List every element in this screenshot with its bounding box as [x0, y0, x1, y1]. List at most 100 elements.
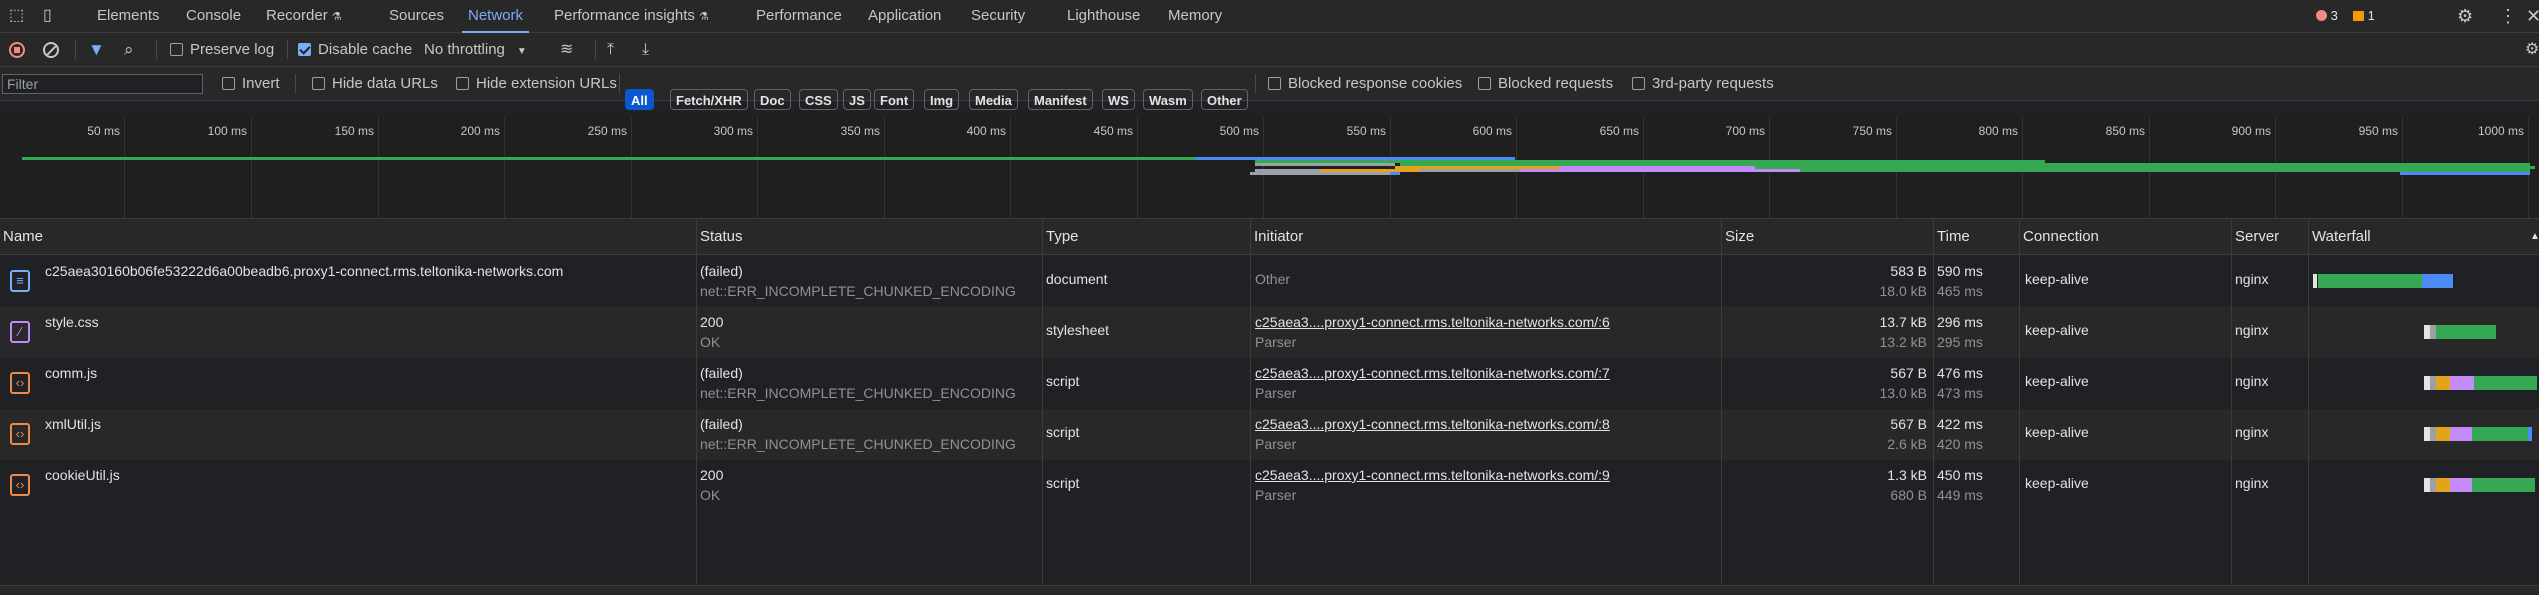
script-icon: ‹› — [10, 423, 30, 445]
column-divider[interactable] — [2308, 219, 2309, 585]
overview-gridline — [124, 117, 125, 218]
overview-tick-label: 800 ms — [1978, 124, 2018, 138]
export-har-icon[interactable]: ⤓ — [642, 33, 649, 66]
settings-gear-icon[interactable]: ⚙ — [2457, 0, 2473, 32]
tab-recorder[interactable]: Recorder ⚗ — [266, 0, 342, 32]
request-initiator[interactable]: c25aea3....proxy1-connect.rms.teltonika-… — [1255, 365, 1610, 381]
type-filter-js[interactable]: JS — [843, 89, 871, 110]
waterfall-bar — [2450, 427, 2472, 441]
column-divider[interactable] — [2231, 219, 2232, 585]
tab-security[interactable]: Security — [971, 0, 1025, 32]
close-devtools-icon[interactable]: ✕ — [2526, 0, 2539, 32]
column-divider[interactable] — [1250, 219, 1251, 585]
overview-tick-label: 350 ms — [840, 124, 880, 138]
header-col-size[interactable]: Size — [1725, 219, 1754, 255]
import-har-icon[interactable]: ⤒ — [607, 33, 614, 66]
network-overview[interactable]: 50 ms 100 ms 150 ms 200 ms 250 ms 300 ms 350 m… — [0, 117, 2539, 219]
disable-cache-checkbox[interactable]: Disable cache — [298, 33, 412, 66]
network-conditions-icon[interactable]: ≋ — [560, 33, 573, 66]
request-resource-size: 2.6 kB — [1887, 436, 1927, 452]
table-row[interactable]: ≡ c25aea30160b06fe53222d6a00beadb6.proxy1… — [0, 256, 2539, 307]
request-transferred-size: 13.7 kB — [1879, 314, 1927, 330]
throttling-select[interactable]: No throttling ▼ — [424, 33, 527, 66]
invert-checkbox[interactable]: Invert — [222, 67, 280, 100]
request-status: 200 — [700, 467, 724, 483]
table-row[interactable]: ∕ style.css 200 OK stylesheet c25aea3....prox… — [0, 307, 2539, 358]
request-initiator-type: Parser — [1255, 334, 1297, 350]
tab-sources[interactable]: Sources — [389, 0, 444, 32]
table-row[interactable]: ‹› xmlUtil.js (failed) net::ERR_INCOMPLETE_… — [0, 409, 2539, 460]
table-row[interactable]: ‹› cookieUtil.js 200 OK script c25aea3....pro… — [0, 460, 2539, 511]
more-options-icon[interactable]: ⋮ — [2499, 0, 2517, 32]
request-name: style.css — [45, 314, 99, 330]
request-initiator[interactable]: c25aea3....proxy1-connect.rms.teltonika-… — [1255, 467, 1610, 483]
preserve-log-checkbox[interactable]: Preserve log — [170, 33, 274, 66]
type-filter-doc[interactable]: Doc — [754, 89, 791, 110]
column-divider[interactable] — [696, 219, 697, 585]
header-col-status[interactable]: Status — [700, 219, 743, 255]
header-col-name[interactable]: Name — [3, 219, 43, 255]
overview-tick-label: 550 ms — [1346, 124, 1386, 138]
request-initiator[interactable]: c25aea3....proxy1-connect.rms.teltonika-… — [1255, 314, 1610, 330]
blocked-response-cookies-checkbox[interactable]: Blocked response cookies — [1268, 67, 1462, 100]
blocked-response-cookies-label: Blocked response cookies — [1288, 75, 1463, 92]
type-filter-ws[interactable]: WS — [1102, 89, 1135, 110]
divider — [619, 74, 620, 93]
column-divider[interactable] — [1721, 219, 1722, 585]
filter-input[interactable] — [2, 74, 203, 94]
tab-performance-insights[interactable]: Performance insights ⚗ — [554, 0, 709, 32]
tab-network[interactable]: Network — [462, 0, 530, 33]
hide-extension-urls-checkbox[interactable]: Hide extension URLs — [456, 67, 617, 100]
clear-button[interactable] — [43, 42, 59, 58]
divider — [156, 40, 157, 59]
request-status: (failed) — [700, 263, 743, 279]
blocked-requests-checkbox[interactable]: Blocked requests — [1478, 67, 1613, 100]
network-toolbar: ▼ ⌕ Preserve log Disable cache No thrott… — [0, 33, 2539, 67]
error-counter[interactable]: 3 — [2316, 0, 2338, 32]
type-filter-media[interactable]: Media — [969, 89, 1018, 110]
request-time: 590 ms — [1937, 263, 1983, 279]
header-col-time[interactable]: Time — [1937, 219, 1970, 255]
tab-console[interactable]: Console — [186, 0, 241, 32]
type-filter-all[interactable]: All — [625, 89, 654, 110]
request-initiator[interactable]: c25aea3....proxy1-connect.rms.teltonika-… — [1255, 416, 1610, 432]
overview-request-bar — [1250, 172, 1390, 175]
header-col-type[interactable]: Type — [1046, 219, 1079, 255]
type-filter-manifest[interactable]: Manifest — [1028, 89, 1093, 110]
hide-data-urls-checkbox[interactable]: Hide data URLs — [312, 67, 438, 100]
warning-counter[interactable]: 1 — [2353, 0, 2375, 32]
stop-icon — [14, 47, 20, 53]
tab-performance[interactable]: Performance — [756, 0, 842, 32]
table-row[interactable]: ‹› comm.js (failed) net::ERR_INCOMPLETE_CHU… — [0, 358, 2539, 409]
device-toolbar-icon[interactable]: ▯ — [43, 0, 52, 32]
network-settings-gear-icon[interactable]: ⚙ — [2525, 33, 2539, 66]
column-divider[interactable] — [1933, 219, 1934, 585]
request-connection: keep-alive — [2025, 424, 2089, 440]
record-stop-button[interactable] — [9, 42, 25, 58]
tab-elements[interactable]: Elements — [97, 0, 160, 32]
type-filter-css[interactable]: CSS — [799, 89, 838, 110]
type-filter-fetch-xhr[interactable]: Fetch/XHR — [670, 89, 748, 110]
request-connection: keep-alive — [2025, 322, 2089, 338]
inspect-element-icon[interactable]: ⬚ — [9, 0, 24, 32]
tab-lighthouse[interactable]: Lighthouse — [1067, 0, 1140, 32]
column-divider[interactable] — [1042, 219, 1043, 585]
type-filter-font[interactable]: Font — [874, 89, 915, 110]
column-divider[interactable] — [2019, 219, 2020, 585]
filter-funnel-icon[interactable]: ▼ — [88, 33, 105, 66]
header-col-connection[interactable]: Connection — [2023, 219, 2099, 255]
request-latency: 449 ms — [1937, 487, 1983, 503]
request-server: nginx — [2235, 373, 2269, 389]
header-col-server[interactable]: Server — [2235, 219, 2279, 255]
tab-application[interactable]: Application — [868, 0, 941, 32]
type-filter-img[interactable]: Img — [924, 89, 960, 110]
third-party-requests-checkbox[interactable]: 3rd-party requests — [1632, 67, 1774, 100]
type-filter-wasm[interactable]: Wasm — [1143, 89, 1193, 110]
tab-memory[interactable]: Memory — [1168, 0, 1222, 32]
divider — [1255, 74, 1256, 93]
divider — [75, 40, 76, 59]
type-filter-other[interactable]: Other — [1201, 89, 1248, 110]
search-icon[interactable]: ⌕ — [124, 33, 134, 66]
header-col-waterfall[interactable]: Waterfall — [2312, 219, 2371, 255]
header-col-initiator[interactable]: Initiator — [1254, 219, 1303, 255]
